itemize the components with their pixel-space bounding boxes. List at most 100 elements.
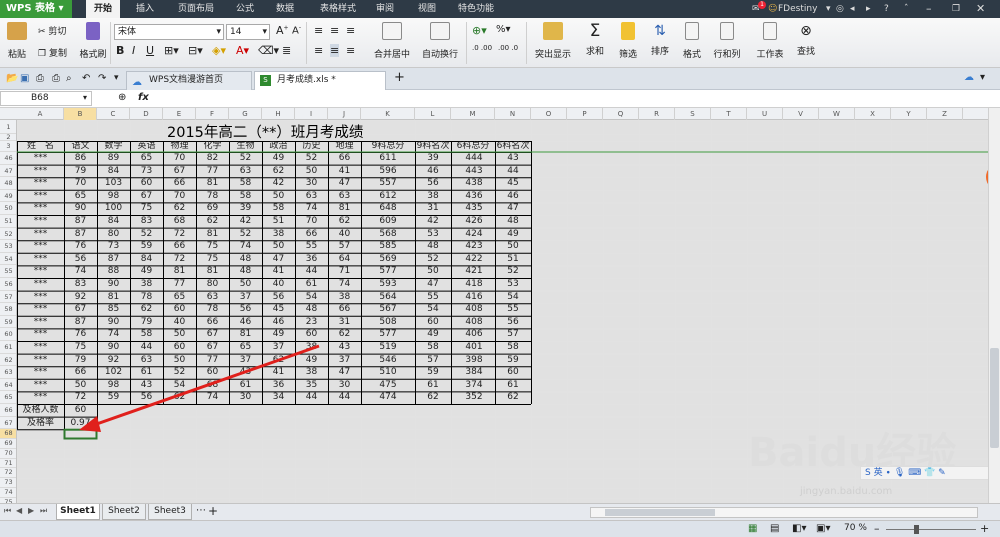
data-cell[interactable]: 54 [415,303,451,316]
data-cell[interactable]: 50 [415,265,451,278]
data-cell[interactable]: 42 [229,215,262,228]
back-icon[interactable]: ◂ [850,0,855,18]
data-cell[interactable]: 63 [196,291,229,304]
data-cell[interactable]: 66 [163,177,196,190]
data-cell[interactable]: 77 [196,354,229,367]
data-cell[interactable]: 41 [262,366,295,379]
data-cell[interactable]: 67 [196,328,229,341]
data-cell[interactable]: *** [17,391,64,404]
column-header[interactable]: S [675,108,711,120]
data-cell[interactable]: 61 [495,379,531,392]
data-cell[interactable]: 60 [495,366,531,379]
data-cell[interactable]: 92 [64,291,97,304]
filter-button[interactable]: 筛选 [614,22,642,60]
menu-tab[interactable]: 审阅 [374,0,396,18]
data-cell[interactable]: 69 [196,202,229,215]
data-cell[interactable]: *** [17,215,64,228]
data-cell[interactable]: 52 [415,253,451,266]
row-header[interactable]: 67 [0,417,16,430]
data-cell[interactable]: 577 [361,265,415,278]
font-grow-button[interactable]: A+ [276,24,289,37]
menu-tab[interactable]: 表格样式 [318,0,358,18]
column-header[interactable]: X [855,108,891,120]
data-cell[interactable]: 74 [229,240,262,253]
data-cell[interactable]: 585 [361,240,415,253]
data-cell[interactable]: 46 [415,165,451,178]
data-cell[interactable]: 72 [64,391,97,404]
data-cell[interactable]: 42 [262,177,295,190]
data-cell[interactable]: 52 [130,228,163,241]
data-cell[interactable]: 408 [451,303,495,316]
scroll-thumb[interactable] [990,348,999,448]
data-cell[interactable]: 58 [495,341,531,354]
data-cell[interactable]: 54 [163,379,196,392]
data-cell[interactable]: 424 [451,228,495,241]
data-cell[interactable]: 44 [130,341,163,354]
underline-button[interactable]: U [146,44,154,57]
merge-center-button[interactable]: 合并居中 [370,22,414,60]
data-cell[interactable]: 48 [229,253,262,266]
data-cell[interactable]: *** [17,303,64,316]
data-cell[interactable]: 352 [451,391,495,404]
data-cell[interactable]: 38 [328,291,361,304]
data-cell[interactable]: 52 [163,366,196,379]
data-cell[interactable]: 50 [229,278,262,291]
pass-rate-label[interactable]: 及格率 [17,417,64,430]
data-cell[interactable]: 54 [295,291,328,304]
data-cell[interactable]: 87 [64,316,97,329]
name-box[interactable]: B68 ▾ [0,91,92,106]
data-cell[interactable]: *** [17,228,64,241]
data-cell[interactable]: 83 [64,278,97,291]
zoom-slider[interactable] [886,529,976,530]
data-cell[interactable]: 61 [130,366,163,379]
data-cell[interactable]: 55 [415,291,451,304]
minimize-icon[interactable]: – [926,0,932,18]
doc-tab-active[interactable]: S 月考成绩.xls * [254,71,386,90]
data-cell[interactable]: 80 [97,228,130,241]
data-cell[interactable]: 423 [451,240,495,253]
data-cell[interactable]: 406 [451,328,495,341]
row-header[interactable]: 65 [0,391,16,404]
row-header[interactable]: 50 [0,202,16,215]
row-header[interactable]: 1 [0,120,16,134]
column-header[interactable]: M [451,108,495,120]
maximize-icon[interactable]: ❐ [952,0,960,18]
data-cell[interactable]: 398 [451,354,495,367]
row-header[interactable]: 63 [0,366,16,379]
data-cell[interactable]: 60 [196,366,229,379]
wrap-text-button[interactable]: 自动换行 [420,22,460,60]
data-cell[interactable]: 51 [262,215,295,228]
data-cell[interactable]: *** [17,177,64,190]
hide-ribbon-icon[interactable]: ˆ [904,0,909,18]
data-cell[interactable]: *** [17,190,64,203]
header-cell[interactable]: 政治 [262,141,295,152]
data-cell[interactable]: 70 [295,215,328,228]
next-sheet-icon[interactable]: ▶ [28,506,34,515]
sort-button[interactable]: ⇅ 排序 [646,22,674,57]
data-cell[interactable]: 65 [229,341,262,354]
data-cell[interactable]: 90 [97,278,130,291]
column-header[interactable]: T [711,108,747,120]
sheet-tab-2[interactable]: Sheet2 [102,504,146,520]
paste-button[interactable]: 粘贴 [6,22,28,60]
data-cell[interactable]: 65 [130,152,163,165]
data-cell[interactable]: 508 [361,316,415,329]
data-cell[interactable]: 56 [495,316,531,329]
data-cell[interactable]: 67 [196,341,229,354]
data-cell[interactable]: 62 [328,328,361,341]
data-cell[interactable]: 67 [130,190,163,203]
data-cell[interactable]: 44 [495,165,531,178]
data-cell[interactable]: 422 [451,253,495,266]
data-cell[interactable]: 54 [495,291,531,304]
row-header[interactable]: 48 [0,177,16,190]
data-cell[interactable]: 49 [262,328,295,341]
data-cell[interactable]: 38 [262,228,295,241]
data-cell[interactable]: 49 [262,152,295,165]
data-cell[interactable]: 648 [361,202,415,215]
data-cell[interactable]: 71 [328,265,361,278]
h-scroll-thumb[interactable] [605,509,715,516]
data-cell[interactable]: 401 [451,341,495,354]
header-cell[interactable]: 数学 [97,141,130,152]
font-color-icon[interactable]: A▾ [236,44,249,57]
data-cell[interactable]: 50 [495,240,531,253]
